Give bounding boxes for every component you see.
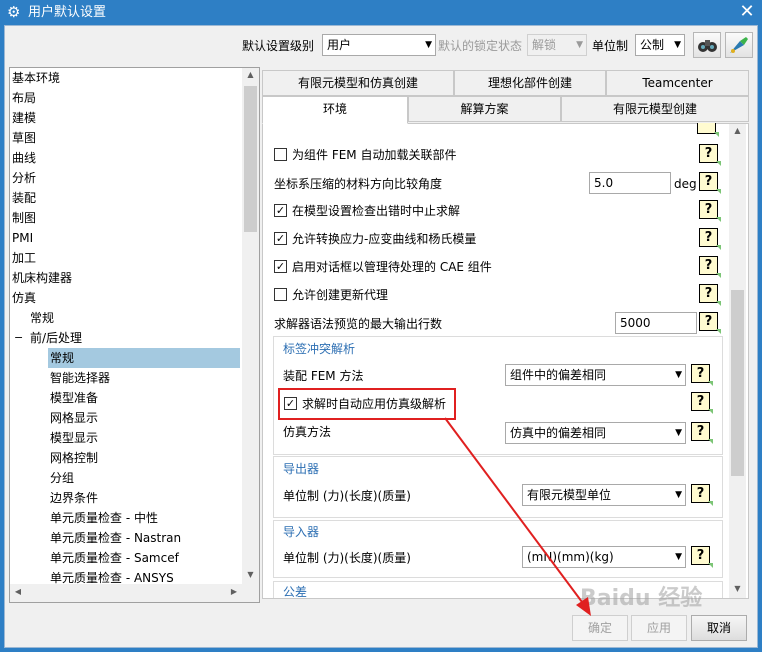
close-icon[interactable]: ✕ <box>736 1 758 23</box>
dialog-body: 默认设置级别 用户 ▼ 默认的锁定状态 解锁 ▼ 单位制 公制 ▼ 基本环境 布局 建… <box>4 25 758 648</box>
window-title: 用户默认设置 <box>28 5 107 20</box>
title-bar: ⚙ 用户默认设置 ✕ <box>0 0 762 25</box>
tab-environment[interactable]: 环境 <box>262 96 408 124</box>
dialog-window: ⚙ 用户默认设置 ✕ 默认设置级别 用户 ▼ 默认的锁定状态 解锁 ▼ 单位制 公制… <box>0 0 762 652</box>
gear-icon: ⚙ <box>7 3 21 21</box>
